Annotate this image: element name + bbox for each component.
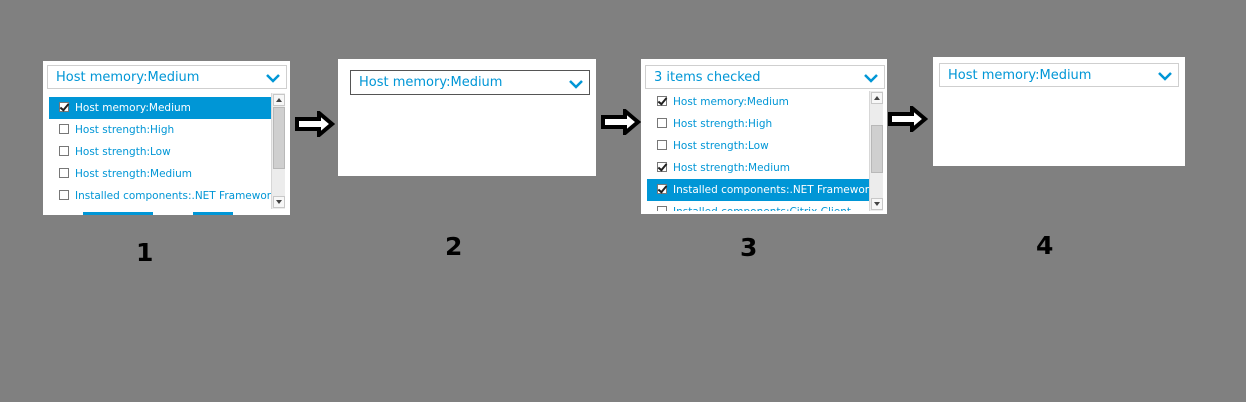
scrollbar[interactable]: [271, 93, 285, 209]
underlying-button-edge: [193, 212, 233, 215]
checkbox-checked[interactable]: [657, 96, 667, 106]
combo-box[interactable]: 3 items checked: [645, 65, 885, 89]
dropdown-panel-1: Host memory:Medium Host memory:Medium Hos…: [43, 61, 290, 215]
step-number-3: 3: [740, 233, 758, 262]
scrollbar[interactable]: [869, 91, 883, 211]
dropdown-list: Host memory:Medium Host strength:High Host…: [647, 91, 885, 211]
list-item-label: Installed components:Citrix Client: [673, 206, 851, 211]
step-number-2: 2: [445, 232, 463, 261]
list-item[interactable]: Host strength:High: [647, 113, 869, 135]
checkbox-checked[interactable]: [59, 102, 69, 112]
list-item-label: Host memory:Medium: [673, 96, 789, 108]
checkbox[interactable]: [657, 118, 667, 128]
checkbox[interactable]: [59, 124, 69, 134]
checkbox-checked[interactable]: [657, 162, 667, 172]
dropdown-list: Host memory:Medium Host strength:High Host…: [49, 93, 289, 209]
dropdown-panel-3: 3 items checked Host memory:Medium Host s…: [641, 59, 887, 214]
step-number-4: 4: [1036, 231, 1054, 260]
underlying-button-edge: [83, 212, 153, 215]
checkbox[interactable]: [657, 140, 667, 150]
list-item[interactable]: Host strength:Medium: [49, 163, 271, 185]
dropdown-panel-4: Host memory:Medium: [933, 57, 1185, 166]
chevron-down-icon[interactable]: [266, 73, 280, 83]
scroll-up-button[interactable]: [871, 92, 883, 104]
list-item-label: Installed components:.NET Framework: [75, 190, 278, 202]
checkbox[interactable]: [59, 146, 69, 156]
list-item-label: Host strength:Low: [673, 140, 769, 152]
scroll-thumb[interactable]: [273, 107, 285, 169]
combo-box[interactable]: Host memory:Medium: [350, 70, 590, 95]
checkbox[interactable]: [657, 206, 667, 211]
arrow-right-icon: [888, 106, 928, 132]
list-item[interactable]: Host strength:High: [49, 119, 271, 141]
scroll-up-button[interactable]: [273, 94, 285, 106]
list-item-label: Installed components:.NET Framework: [673, 184, 876, 196]
scroll-down-button[interactable]: [871, 198, 883, 210]
list-item-label: Host memory:Medium: [75, 102, 191, 114]
combo-box[interactable]: Host memory:Medium: [939, 63, 1179, 87]
list-item-label: Host strength:High: [673, 118, 773, 130]
list-item[interactable]: Installed components:.NET Framework: [647, 179, 875, 201]
list-item-label: Host strength:Medium: [673, 162, 790, 174]
list-item-label: Host strength:High: [75, 124, 175, 136]
combo-value: 3 items checked: [654, 70, 761, 85]
chevron-down-icon[interactable]: [864, 73, 878, 83]
combo-value: Host memory:Medium: [56, 70, 200, 85]
checkbox[interactable]: [59, 190, 69, 200]
combo-value: Host memory:Medium: [948, 68, 1092, 83]
scroll-thumb[interactable]: [871, 125, 883, 173]
list-item[interactable]: Installed components:.NET Framework: [49, 185, 277, 207]
scroll-down-button[interactable]: [273, 196, 285, 208]
list-item[interactable]: Host strength:Low: [647, 135, 869, 157]
list-item-label: Host strength:Medium: [75, 168, 192, 180]
chevron-down-icon[interactable]: [569, 79, 583, 89]
list-item[interactable]: Host strength:Medium: [647, 157, 869, 179]
step-number-1: 1: [136, 238, 154, 267]
checkbox[interactable]: [59, 168, 69, 178]
arrow-right-icon: [601, 109, 641, 135]
checkbox-checked[interactable]: [657, 184, 667, 194]
list-item[interactable]: Host strength:Low: [49, 141, 271, 163]
list-item[interactable]: Installed components:Citrix Client: [647, 201, 869, 211]
list-item-label: Host strength:Low: [75, 146, 171, 158]
chevron-down-icon[interactable]: [1158, 71, 1172, 81]
list-item[interactable]: Host memory:Medium: [647, 91, 869, 113]
dropdown-panel-2: Host memory:Medium: [338, 59, 596, 176]
combo-value: Host memory:Medium: [359, 75, 503, 90]
arrow-right-icon: [295, 111, 335, 137]
combo-box[interactable]: Host memory:Medium: [47, 65, 287, 89]
list-item[interactable]: Host memory:Medium: [49, 97, 271, 119]
